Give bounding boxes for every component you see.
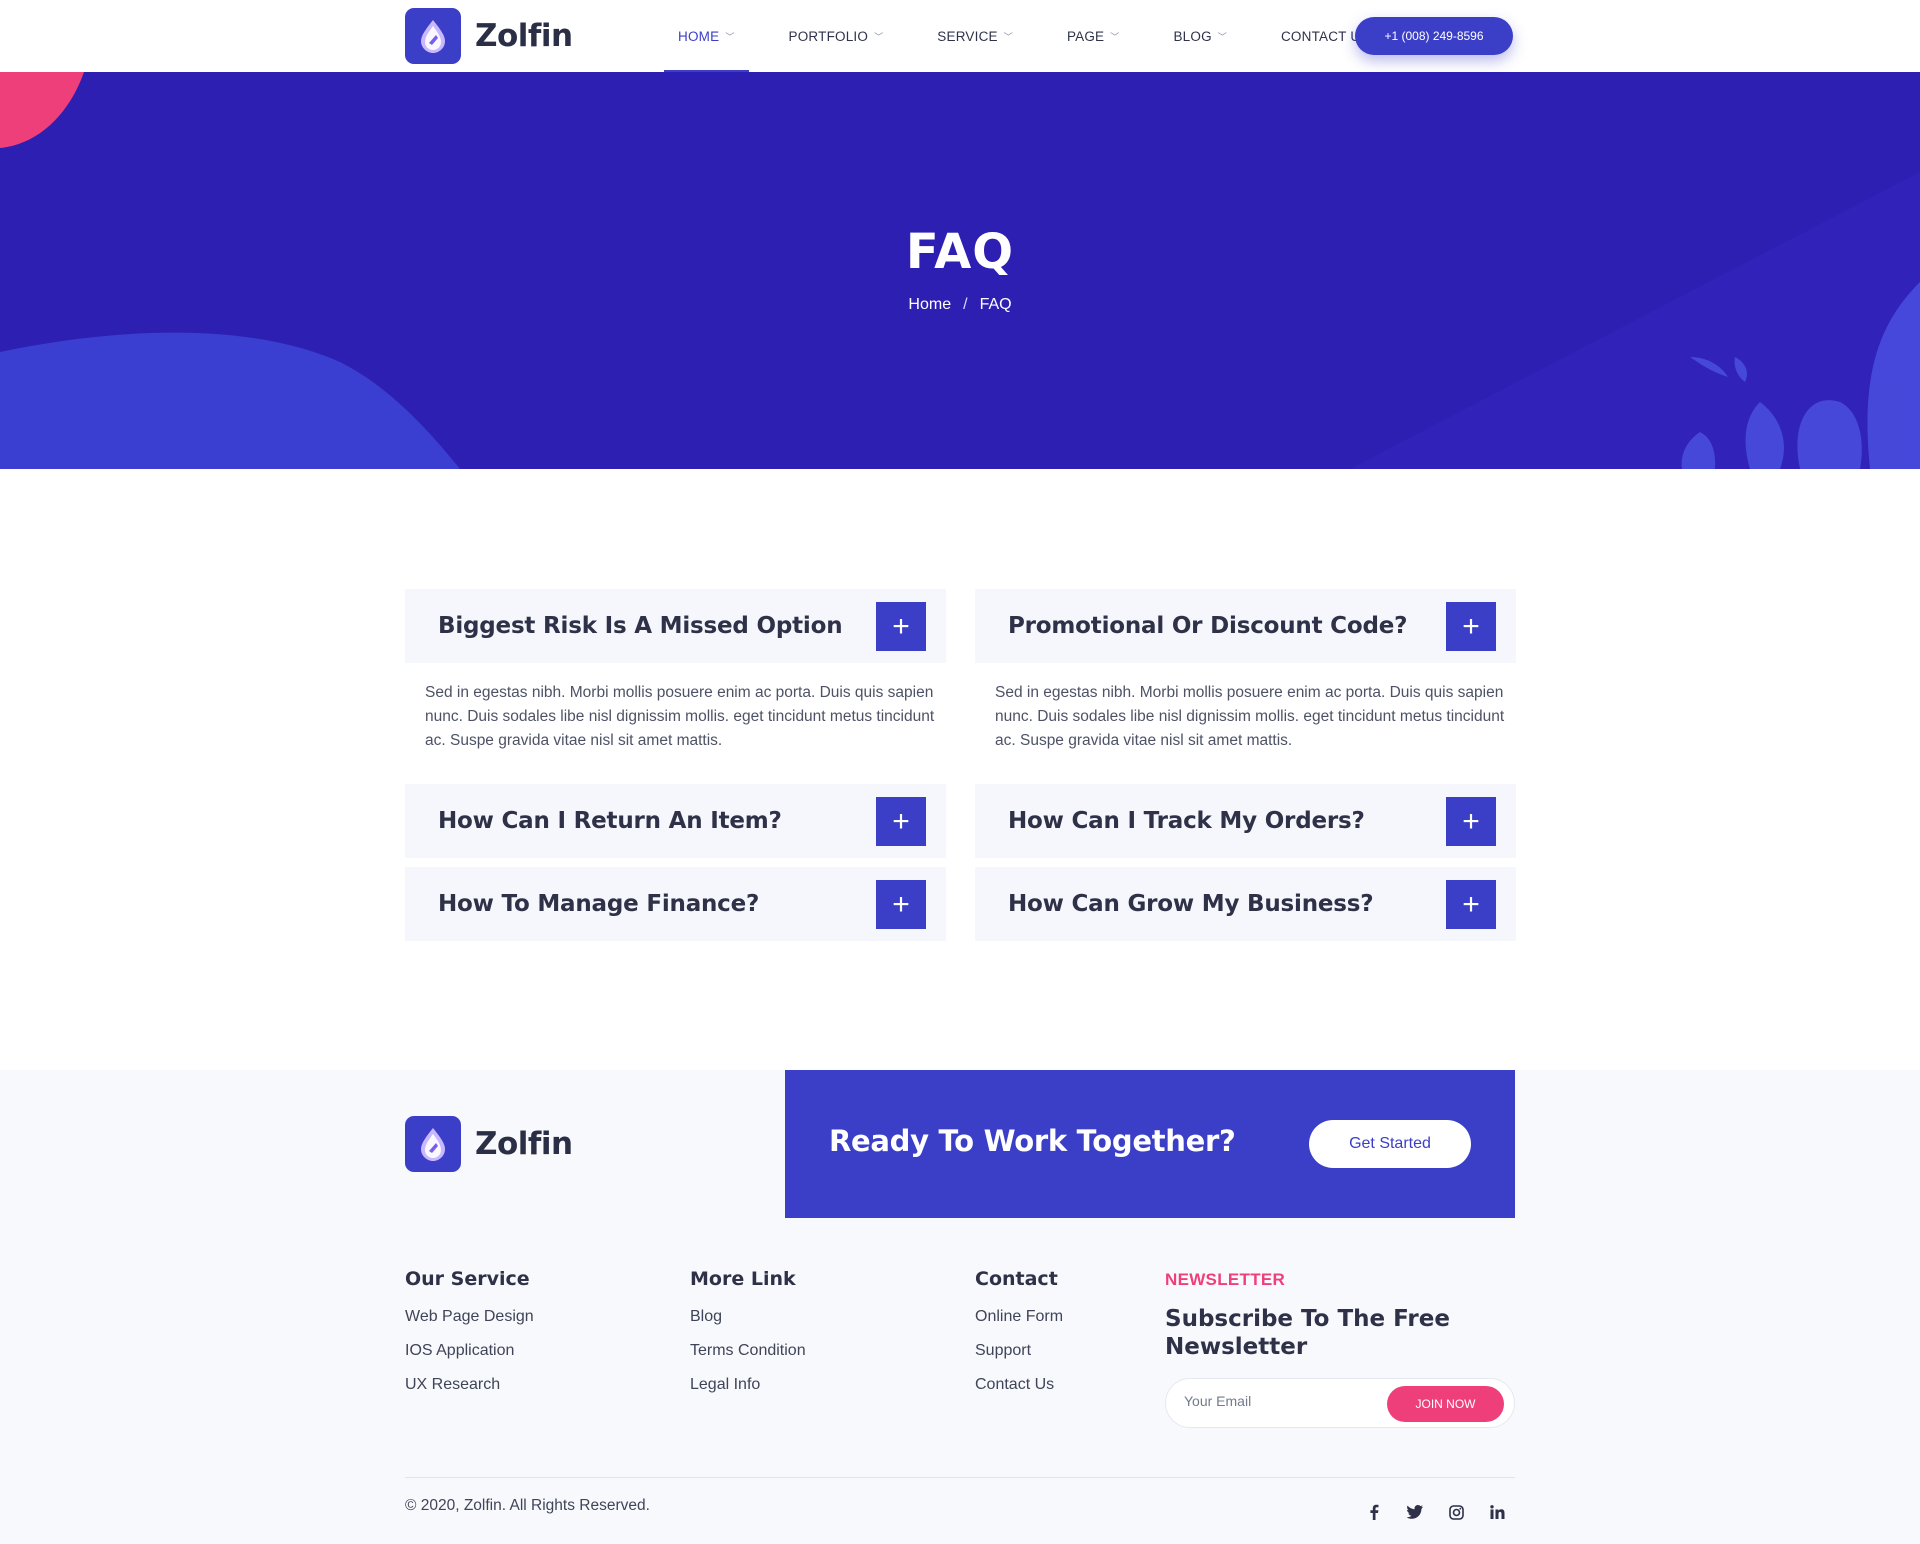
faq-question: Biggest Risk Is A Missed Option bbox=[438, 613, 843, 639]
email-field[interactable] bbox=[1184, 1393, 1384, 1409]
logo-wordmark: Zolfin bbox=[475, 18, 573, 54]
footer-link[interactable]: Web Page Design bbox=[405, 1308, 534, 1326]
nav-label: PORTFOLIO bbox=[788, 28, 869, 44]
footer-heading: Our Service bbox=[405, 1268, 530, 1290]
footer-column-contact: Contact Online Form Support Contact Us bbox=[975, 1268, 1063, 1410]
nav-item-blog[interactable]: BLOG ﹀ bbox=[1159, 0, 1241, 72]
faq-question: How Can Grow My Business? bbox=[1008, 891, 1374, 917]
footer-column-service: Our Service Web Page Design IOS Applicat… bbox=[405, 1268, 534, 1410]
nav-label: BLOG bbox=[1173, 28, 1212, 44]
faq-item[interactable]: How To Manage Finance? + bbox=[405, 867, 946, 941]
plus-icon[interactable]: + bbox=[1446, 602, 1496, 651]
footer-column-more: More Link Blog Terms Condition Legal Inf… bbox=[690, 1268, 806, 1410]
footer-link[interactable]: UX Research bbox=[405, 1376, 534, 1394]
faq-question: How To Manage Finance? bbox=[438, 891, 760, 917]
page-hero: FAQ Home / FAQ bbox=[0, 72, 1920, 469]
footer-logo[interactable]: Zolfin bbox=[405, 1116, 573, 1172]
logo-mark-icon bbox=[405, 8, 461, 64]
footer-link[interactable]: Blog bbox=[690, 1308, 806, 1326]
nav-item-page[interactable]: PAGE ﹀ bbox=[1053, 0, 1134, 72]
footer-link[interactable]: Online Form bbox=[975, 1308, 1063, 1326]
newsletter-tag: NEWSLETTER bbox=[1165, 1270, 1286, 1289]
nav-item-service[interactable]: SERVICE ﹀ bbox=[923, 0, 1027, 72]
chevron-down-icon: ﹀ bbox=[1110, 31, 1120, 42]
plus-icon[interactable]: + bbox=[876, 880, 926, 929]
chevron-down-icon: ﹀ bbox=[725, 31, 735, 42]
header-logo[interactable]: Zolfin bbox=[405, 8, 573, 64]
get-started-button[interactable]: Get Started bbox=[1309, 1120, 1471, 1168]
chevron-down-icon: ﹀ bbox=[874, 31, 884, 42]
page-title: FAQ bbox=[905, 224, 1015, 280]
footer-link[interactable]: Contact Us bbox=[975, 1376, 1063, 1394]
nav-item-portfolio[interactable]: PORTFOLIO ﹀ bbox=[775, 0, 898, 72]
logo-mark-icon bbox=[405, 1116, 461, 1172]
nav-label: SERVICE bbox=[937, 28, 998, 44]
cta-banner: Ready To Work Together? Get Started bbox=[785, 1070, 1515, 1218]
nav-label: PAGE bbox=[1066, 28, 1105, 44]
breadcrumb-separator-icon: / bbox=[963, 296, 968, 313]
join-now-button[interactable]: JOIN NOW bbox=[1387, 1386, 1504, 1422]
faq-item[interactable]: How Can I Return An Item? + bbox=[405, 784, 946, 858]
twitter-icon[interactable] bbox=[1403, 1500, 1427, 1524]
phone-button[interactable]: +1 (008) 249-8596 bbox=[1355, 17, 1513, 55]
nav-label: HOME bbox=[678, 28, 720, 44]
copyright-text: © 2020, Zolfin. All Rights Reserved. bbox=[405, 1497, 650, 1514]
linkedin-icon[interactable] bbox=[1485, 1500, 1509, 1524]
site-header: Zolfin HOME ﹀ PORTFOLIO ﹀ SERVICE ﹀ PAGE ﹀ B… bbox=[0, 0, 1920, 72]
footer-link[interactable]: Terms Condition bbox=[690, 1342, 806, 1360]
footer-link[interactable]: Legal Info bbox=[690, 1376, 806, 1394]
plus-icon[interactable]: + bbox=[1446, 880, 1496, 929]
main-nav: HOME ﹀ PORTFOLIO ﹀ SERVICE ﹀ PAGE ﹀ BLOG ﹀ CO… bbox=[664, 0, 1410, 72]
instagram-icon[interactable] bbox=[1444, 1500, 1468, 1524]
footer-divider bbox=[405, 1477, 1515, 1478]
newsletter-title: Subscribe To The Free Newsletter bbox=[1165, 1306, 1450, 1360]
facebook-icon[interactable] bbox=[1362, 1500, 1386, 1524]
faq-question: Promotional Or Discount Code? bbox=[1008, 613, 1408, 639]
logo-wordmark: Zolfin bbox=[475, 1126, 573, 1162]
faq-item[interactable]: How Can Grow My Business? + bbox=[975, 867, 1516, 941]
cta-title: Ready To Work Together? bbox=[829, 1124, 1236, 1158]
faq-item[interactable]: Biggest Risk Is A Missed Option + bbox=[405, 589, 946, 663]
chevron-down-icon: ﹀ bbox=[1217, 31, 1227, 42]
breadcrumb: Home / FAQ bbox=[0, 296, 1920, 314]
faq-item[interactable]: How Can I Track My Orders? + bbox=[975, 784, 1516, 858]
newsletter-form: JOIN NOW bbox=[1165, 1378, 1515, 1428]
faq-answer: Sed in egestas nibh. Morbi mollis posuer… bbox=[995, 684, 1505, 749]
faq-item[interactable]: Promotional Or Discount Code? + bbox=[975, 589, 1516, 663]
faq-question: How Can I Return An Item? bbox=[438, 808, 782, 834]
plus-icon[interactable]: + bbox=[876, 797, 926, 846]
footer-link[interactable]: IOS Application bbox=[405, 1342, 534, 1360]
faq-answer: Sed in egestas nibh. Morbi mollis posuer… bbox=[425, 684, 935, 749]
breadcrumb-current: FAQ bbox=[979, 296, 1012, 313]
nav-item-home[interactable]: HOME ﹀ bbox=[664, 0, 749, 72]
footer-heading: Contact bbox=[975, 1268, 1058, 1290]
footer-heading: More Link bbox=[690, 1268, 796, 1290]
footer-link[interactable]: Support bbox=[975, 1342, 1063, 1360]
plus-icon[interactable]: + bbox=[1446, 797, 1496, 846]
chevron-down-icon: ﹀ bbox=[1003, 31, 1013, 42]
plus-icon[interactable]: + bbox=[876, 602, 926, 651]
faq-question: How Can I Track My Orders? bbox=[1008, 808, 1365, 834]
breadcrumb-home-link[interactable]: Home bbox=[908, 296, 951, 313]
